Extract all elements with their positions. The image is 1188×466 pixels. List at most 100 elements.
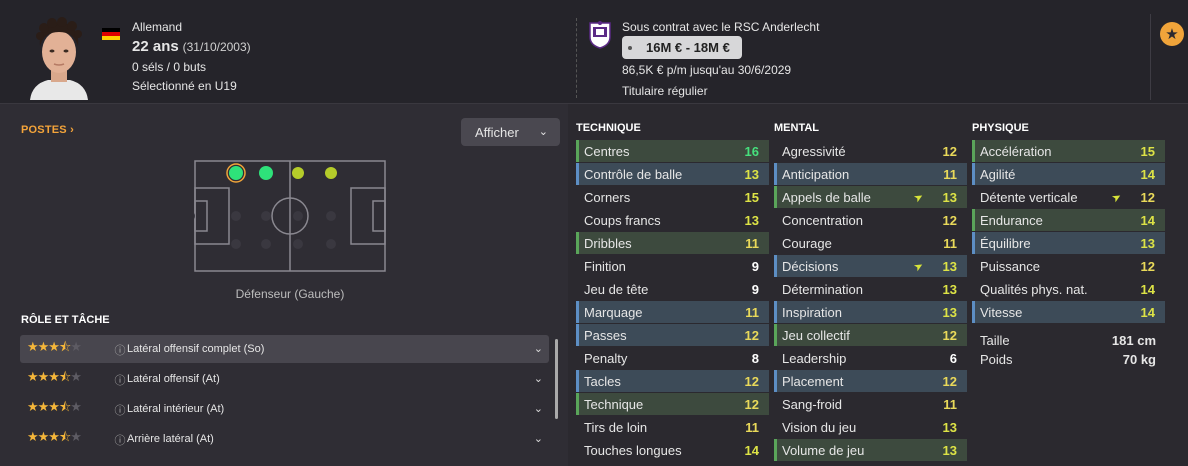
attribute-name: Sang-froid: [782, 396, 842, 412]
role-name: Latéral intérieur (At): [127, 403, 225, 415]
attribute-row[interactable]: Marquage 11: [576, 301, 769, 323]
attribute-name: Touches longues: [584, 442, 682, 458]
transfer-value[interactable]: 16M € - 18M €: [622, 36, 742, 59]
attribute-name: Vision du jeu: [782, 419, 857, 435]
attribute-name: Placement: [782, 373, 844, 389]
attribute-row[interactable]: Puissance 12: [972, 255, 1165, 277]
role-row[interactable]: ★★★⯪★ ⓘ Arrière latéral (At) ⌄: [20, 425, 549, 453]
attribute-value: 12: [942, 327, 957, 343]
attribute-value: 13: [942, 419, 957, 435]
attribute-name: Détente verticale: [980, 189, 1078, 205]
attribute-row[interactable]: Finition 9: [576, 255, 769, 277]
height-value: 181 cm: [1111, 332, 1156, 348]
attribute-row[interactable]: Contrôle de balle 13: [576, 163, 769, 185]
attribute-row[interactable]: Tirs de loin 11: [576, 416, 769, 438]
attribute-row[interactable]: Placement 12: [774, 370, 967, 392]
attribute-row[interactable]: Courage 11: [774, 232, 967, 254]
highlight-bar: [774, 324, 777, 346]
progress-arrow-icon: ➤: [1109, 189, 1124, 205]
attribute-name: Passes: [584, 327, 627, 343]
highlight-bar: [774, 439, 777, 461]
role-stars-icon: ★★★⯪★: [27, 429, 82, 444]
header-divider: [576, 18, 577, 98]
attribute-row[interactable]: Équilibre 13: [972, 232, 1165, 254]
attribute-row[interactable]: Accélération 15: [972, 140, 1165, 162]
attribute-row[interactable]: Jeu collectif 12: [774, 324, 967, 346]
attribute-row[interactable]: Coups francs 13: [576, 209, 769, 231]
afficher-dropdown[interactable]: Afficher ⌄: [461, 118, 560, 146]
physique-title: PHYSIQUE: [972, 122, 1029, 134]
attribute-row[interactable]: Décisions ➤ 13: [774, 255, 967, 277]
attribute-row[interactable]: Concentration 12: [774, 209, 967, 231]
attribute-row[interactable]: Détermination 13: [774, 278, 967, 300]
chevron-down-icon[interactable]: ⌄: [534, 402, 543, 415]
attribute-row[interactable]: Leadership 6: [774, 347, 967, 369]
attribute-value: 6: [949, 350, 957, 366]
role-name: Latéral offensif complet (So): [127, 343, 265, 355]
highlight-bar: [774, 370, 777, 392]
chevron-down-icon[interactable]: ⌄: [534, 432, 543, 445]
attribute-row[interactable]: Centres 16: [576, 140, 769, 162]
roles-scrollbar[interactable]: [555, 339, 558, 419]
attribute-name: Accélération: [980, 143, 1052, 159]
attribute-row[interactable]: Appels de balle ➤ 13: [774, 186, 967, 208]
attribute-row[interactable]: Vitesse 14: [972, 301, 1165, 323]
attribute-value: 14: [1140, 304, 1155, 320]
highlight-bar: [774, 255, 777, 277]
attribute-name: Tirs de loin: [584, 419, 648, 435]
attribute-row[interactable]: Inspiration 13: [774, 301, 967, 323]
attribute-row[interactable]: Jeu de tête 9: [576, 278, 769, 300]
attribute-value: 14: [1140, 212, 1155, 228]
postes-link[interactable]: POSTES ›: [21, 124, 74, 136]
attribute-row[interactable]: Agilité 14: [972, 163, 1165, 185]
attribute-row[interactable]: Vision du jeu 13: [774, 416, 967, 438]
role-name: Arrière latéral (At): [127, 433, 214, 445]
attribute-row[interactable]: Tacles 12: [576, 370, 769, 392]
attribute-row[interactable]: Sang-froid 11: [774, 393, 967, 415]
player-header: Allemand 22 ans (31/10/2003) 0 séls / 0 …: [0, 0, 1188, 104]
attribute-name: Appels de balle: [782, 189, 871, 205]
attribute-row[interactable]: Anticipation 11: [774, 163, 967, 185]
attribute-value: 12: [1140, 189, 1155, 205]
attribute-value: 11: [943, 235, 957, 251]
attribute-value: 13: [1140, 235, 1155, 251]
attribute-row[interactable]: Touches longues 14: [576, 439, 769, 461]
attribute-name: Dribbles: [584, 235, 632, 251]
info-icon[interactable]: ⓘ: [113, 372, 127, 387]
weight-value: 70 kg: [1122, 351, 1156, 367]
highlight-bar: [972, 140, 975, 162]
highlight-bar: [972, 209, 975, 231]
attribute-row[interactable]: Penalty 8: [576, 347, 769, 369]
player-info: Allemand 22 ans (31/10/2003) 0 séls / 0 …: [132, 20, 251, 96]
attribute-row[interactable]: Qualités phys. nat. 14: [972, 278, 1165, 300]
attribute-row[interactable]: Endurance 14: [972, 209, 1165, 231]
info-icon[interactable]: ⓘ: [113, 342, 127, 357]
caps: 0 séls / 0 buts: [132, 60, 207, 74]
highlight-bar: [576, 140, 579, 162]
attribute-row[interactable]: Dribbles 11: [576, 232, 769, 254]
attribute-row[interactable]: Agressivité 12: [774, 140, 967, 162]
germany-flag-icon: [102, 28, 120, 40]
attribute-row[interactable]: Volume de jeu 13: [774, 439, 967, 461]
favourite-star-icon[interactable]: ★: [1160, 22, 1184, 46]
info-icon[interactable]: ⓘ: [113, 432, 127, 447]
attribute-name: Volume de jeu: [782, 442, 865, 458]
attribute-row[interactable]: Détente verticale ➤ 12: [972, 186, 1165, 208]
attribute-value: 14: [1140, 166, 1155, 182]
wage: 86,5K € p/m jusqu'au 30/6/2029: [622, 63, 792, 77]
role-row[interactable]: ★★★⯪★ ⓘ Latéral intérieur (At) ⌄: [20, 395, 549, 423]
chevron-down-icon[interactable]: ⌄: [534, 342, 543, 355]
info-icon[interactable]: ⓘ: [113, 402, 127, 417]
attribute-row[interactable]: Passes 12: [576, 324, 769, 346]
technique-title: TECHNIQUE: [576, 122, 641, 134]
chevron-down-icon[interactable]: ⌄: [534, 372, 543, 385]
attribute-name: Équilibre: [980, 235, 1031, 251]
role-row[interactable]: ★★★⯪★ ⓘ Latéral offensif complet (So) ⌄: [20, 335, 549, 363]
selection: Sélectionné en U19: [132, 79, 237, 93]
attribute-row[interactable]: Corners 15: [576, 186, 769, 208]
attribute-value: 16: [744, 143, 759, 159]
attribute-value: 12: [744, 327, 759, 343]
role-row[interactable]: ★★★⯪★ ⓘ Latéral offensif (At) ⌄: [20, 365, 549, 393]
attribute-row[interactable]: Technique 12: [576, 393, 769, 415]
attribute-value: 11: [745, 304, 759, 320]
